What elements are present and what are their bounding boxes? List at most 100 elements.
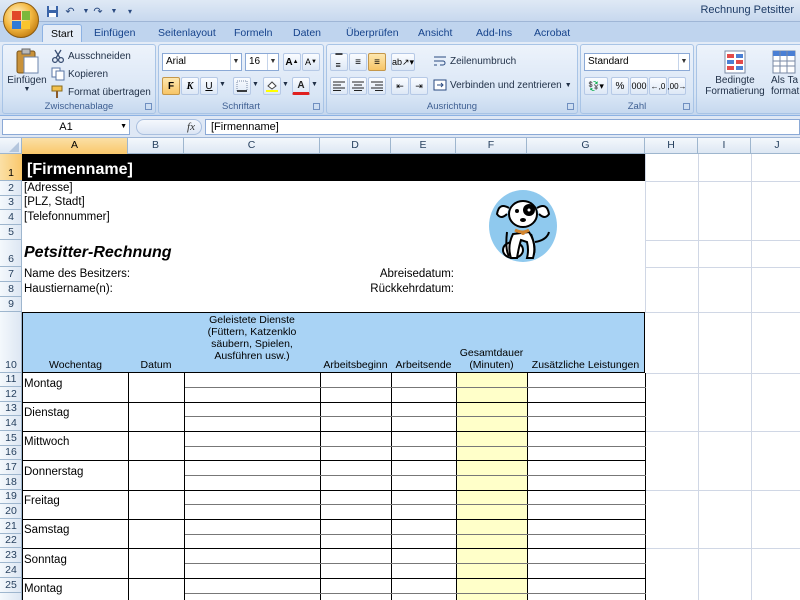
row-header[interactable]: 24 [0,563,22,578]
row-header[interactable]: 1 [0,154,22,181]
format-as-table-button[interactable]: Als Ta formatie [771,49,800,97]
row-header[interactable]: 13 [0,402,22,416]
column-header-d[interactable]: D [320,138,391,154]
day-cell[interactable]: Freitag [22,495,60,507]
borders-button[interactable] [233,77,251,95]
row-header[interactable]: 3 [0,196,22,210]
increase-decimal-button[interactable]: ←,0 [649,77,667,95]
header-start[interactable]: Arbeitsbeginn [320,312,392,373]
row-header[interactable]: 6 [0,240,22,267]
tab-ueberpruefen[interactable]: Überprüfen [338,24,407,42]
day-cell[interactable]: Montag [22,583,62,595]
row-header[interactable]: 10 [0,312,22,373]
clipboard-dialog-launcher[interactable] [145,103,152,110]
tab-acrobat[interactable]: Acrobat [526,24,578,42]
align-middle-button[interactable]: ≡ [349,53,367,71]
conditional-formatting-button[interactable]: Bedingte Formatierung [701,49,769,97]
copy-button[interactable]: Kopieren [51,67,108,81]
office-button[interactable] [3,2,39,38]
wrap-text-button[interactable]: Zeilenumbruch [433,54,516,68]
bold-button[interactable]: F [162,77,180,95]
row-header[interactable]: 18 [0,475,22,490]
redo-dropdown-icon[interactable]: ▼ [106,3,122,19]
row-header[interactable]: 25 [0,578,22,593]
column-header-i[interactable]: I [698,138,751,154]
column-header-b[interactable]: B [128,138,184,154]
row-header[interactable]: 7 [0,267,22,282]
decrease-indent-button[interactable]: ⇤ [391,77,409,95]
shrink-font-button[interactable]: A ▼ [302,53,320,71]
merge-dropdown-icon[interactable]: ▼ [565,82,572,89]
align-bottom-button[interactable]: ≡ [368,53,386,71]
undo-icon[interactable]: ↶ [62,3,78,19]
borders-dropdown-icon[interactable]: ▼ [252,81,259,88]
grow-font-button[interactable]: A ▲ [283,53,301,71]
day-cell[interactable]: Montag [22,378,62,390]
return-date-label[interactable]: Rückkehrdatum: [370,283,454,295]
fill-color-dropdown-icon[interactable]: ▼ [282,81,289,88]
decrease-decimal-button[interactable]: ,00→ [667,77,687,95]
column-header-g[interactable]: G [527,138,645,154]
header-services[interactable]: Geleistete Dienste (Füttern, Katzenklo s… [184,312,321,373]
day-cell[interactable]: Dienstag [22,407,69,419]
day-cell[interactable]: Sonntag [22,554,67,566]
row-header[interactable]: 5 [0,225,22,240]
city-cell[interactable]: [PLZ, Stadt] [24,196,85,208]
row-header[interactable]: 17 [0,460,22,475]
font-size-select[interactable]: 16 ▼ [245,53,279,71]
column-header-j[interactable]: J [751,138,800,154]
italic-button[interactable]: K [181,77,199,95]
font-dialog-launcher[interactable] [313,103,320,110]
row-header[interactable]: 2 [0,181,22,196]
tab-seitenlayout[interactable]: Seitenlayout [150,24,224,42]
row-header[interactable]: 4 [0,210,22,225]
invoice-title[interactable]: Petsitter-Rechnung [24,244,172,262]
tab-daten[interactable]: Daten [285,24,329,42]
row-header[interactable]: 16 [0,446,22,460]
row-header[interactable]: 14 [0,416,22,431]
departure-date-label[interactable]: Abreisedatum: [380,268,454,280]
owner-name-label[interactable]: Name des Besitzers: [24,268,130,280]
number-dialog-launcher[interactable] [683,103,690,110]
alignment-dialog-launcher[interactable] [567,103,574,110]
phone-cell[interactable]: [Telefonnummer] [24,211,110,223]
tab-add-ins[interactable]: Add-Ins [468,24,520,42]
formula-input[interactable]: [Firmenname] [205,119,800,135]
column-header-a[interactable]: A [22,138,128,154]
row-header[interactable]: 15 [0,431,22,446]
row-header[interactable]: 8 [0,282,22,297]
cut-button[interactable]: Ausschneiden [51,49,131,64]
column-header-e[interactable]: E [391,138,456,154]
underline-button[interactable]: U [200,77,218,95]
align-center-button[interactable] [349,77,367,95]
tab-formeln[interactable]: Formeln [226,24,281,42]
align-right-button[interactable] [368,77,386,95]
underline-dropdown-icon[interactable]: ▼ [219,81,226,88]
header-end[interactable]: Arbeitsende [391,312,457,373]
column-header-h[interactable]: H [645,138,698,154]
worksheet[interactable]: [Firmenname] [Adresse] [PLZ, Stadt] [Tel… [22,154,800,600]
save-icon[interactable] [44,3,60,19]
orientation-button[interactable]: ab↗▾ [391,53,415,71]
dog-clipart[interactable] [487,184,559,264]
tab-start[interactable]: Start [42,24,83,42]
tab-ansicht[interactable]: Ansicht [410,24,460,42]
paste-button[interactable]: Einfügen ▼ [7,47,47,93]
header-duration[interactable]: Gesamtdauer (Minuten) [456,312,528,373]
currency-button[interactable]: 💱▾ [584,77,608,95]
day-cell[interactable]: Samstag [22,524,69,536]
column-header-c[interactable]: C [184,138,320,154]
tab-einfuegen[interactable]: Einfügen [86,24,143,42]
day-cell[interactable]: Mittwoch [22,436,69,448]
name-box[interactable]: A1 ▼ [2,119,130,135]
header-weekday[interactable]: Wochentag [22,312,129,373]
address-cell[interactable]: [Adresse] [24,182,73,194]
select-all-button[interactable] [0,138,22,154]
align-top-button[interactable]: ▔ ≡ [330,53,348,71]
font-color-dropdown-icon[interactable]: ▼ [311,81,318,88]
row-header[interactable]: 23 [0,548,22,563]
number-format-select[interactable]: Standard ▼ [584,53,690,71]
fill-color-button[interactable] [263,77,281,95]
header-date[interactable]: Datum [128,312,185,373]
redo-icon[interactable]: ↷ [90,3,106,19]
